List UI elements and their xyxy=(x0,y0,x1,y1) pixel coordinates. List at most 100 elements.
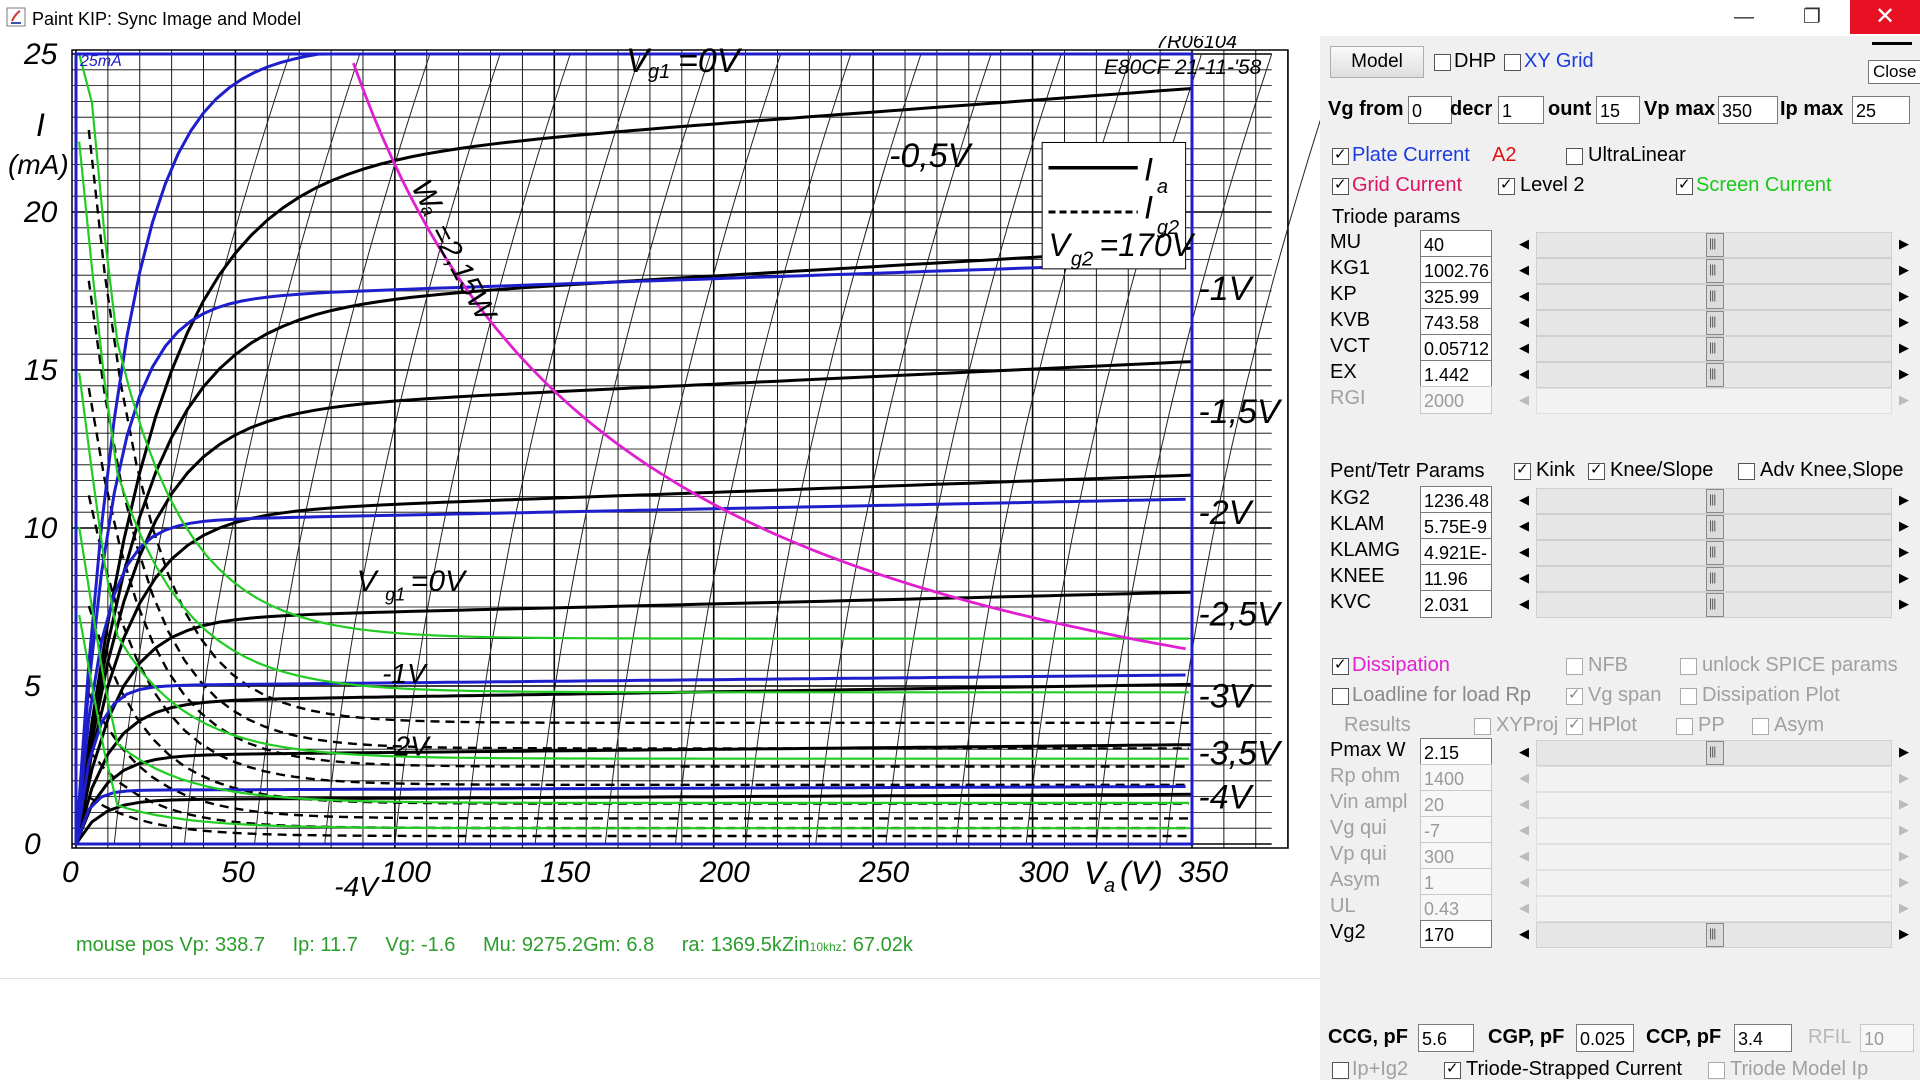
slider-right-arrow-icon[interactable]: ▶ xyxy=(1894,739,1914,765)
level2-checkbox[interactable] xyxy=(1498,175,1515,195)
param-slider-triode-1[interactable]: ◀▶ xyxy=(1514,257,1914,284)
nfb-checkbox[interactable] xyxy=(1566,658,1583,675)
slider-thumb[interactable] xyxy=(1706,593,1724,617)
slider-thumb[interactable] xyxy=(1706,311,1724,335)
hplot-checkbox[interactable] xyxy=(1566,715,1583,735)
triode-model-checkbox[interactable] xyxy=(1708,1062,1725,1079)
window-close-button[interactable]: ✕ xyxy=(1850,0,1920,34)
xy-grid-checkbox[interactable] xyxy=(1504,54,1521,71)
param-slider-load-0[interactable]: ◀▶ xyxy=(1514,739,1914,766)
param-slider-triode-0[interactable]: ◀▶ xyxy=(1514,231,1914,258)
triode-strapped-checkbox[interactable] xyxy=(1444,1059,1461,1079)
slider-left-arrow-icon[interactable]: ◀ xyxy=(1514,257,1534,283)
slider-track[interactable] xyxy=(1536,766,1892,792)
slider-right-arrow-icon[interactable]: ▶ xyxy=(1894,817,1914,843)
slider-right-arrow-icon[interactable]: ▶ xyxy=(1894,843,1914,869)
screen-current-checkbox[interactable] xyxy=(1676,175,1693,195)
param-slider-triode-6[interactable]: ◀ ▶ xyxy=(1514,387,1914,414)
slider-left-arrow-icon[interactable]: ◀ xyxy=(1514,565,1534,591)
restore-button[interactable]: ❐ xyxy=(1784,0,1840,34)
dissipation-plot-checkbox[interactable] xyxy=(1680,688,1697,705)
slider-right-arrow-icon[interactable]: ▶ xyxy=(1894,895,1914,921)
ultralinear-checkbox[interactable] xyxy=(1566,148,1583,165)
slider-track[interactable] xyxy=(1536,870,1892,896)
slider-right-arrow-icon[interactable]: ▶ xyxy=(1894,921,1914,947)
loadline-checkbox[interactable] xyxy=(1332,688,1349,705)
plot-area[interactable]: 0 50 100 150 200 250 300 350 0 5 10 15 20 25 I (mA) Va (V… xyxy=(0,36,1320,1080)
param-field-load-2[interactable]: 20 xyxy=(1420,790,1492,818)
slider-right-arrow-icon[interactable]: ▶ xyxy=(1894,231,1914,257)
param-field-triode-6[interactable]: 2000 xyxy=(1420,386,1492,414)
knee-slope-checkbox[interactable] xyxy=(1588,460,1605,480)
param-slider-triode-3[interactable]: ◀▶ xyxy=(1514,309,1914,336)
xyproj-checkbox[interactable] xyxy=(1474,718,1491,735)
param-field-load-6[interactable]: 0.43 xyxy=(1420,894,1492,922)
slider-right-arrow-icon[interactable]: ▶ xyxy=(1894,309,1914,335)
cgp-field[interactable]: 0.025 xyxy=(1576,1024,1634,1052)
slider-track[interactable] xyxy=(1536,488,1892,514)
slider-left-arrow-icon[interactable]: ◀ xyxy=(1514,387,1534,413)
param-field-load-4[interactable]: 300 xyxy=(1420,842,1492,870)
param-field-triode-4[interactable]: 0.05712 xyxy=(1420,334,1492,362)
param-slider-load-6[interactable]: ◀ ▶ xyxy=(1514,895,1914,922)
pp-checkbox[interactable] xyxy=(1676,718,1693,735)
model-button[interactable]: Model xyxy=(1330,46,1424,78)
slider-thumb[interactable] xyxy=(1706,923,1724,947)
param-field-load-3[interactable]: -7 xyxy=(1420,816,1492,844)
param-field-triode-1[interactable]: 1002.76 xyxy=(1420,256,1492,284)
slider-thumb[interactable] xyxy=(1706,515,1724,539)
slider-right-arrow-icon[interactable]: ▶ xyxy=(1894,361,1914,387)
slider-right-arrow-icon[interactable]: ▶ xyxy=(1894,283,1914,309)
slider-left-arrow-icon[interactable]: ◀ xyxy=(1514,843,1534,869)
slider-thumb[interactable] xyxy=(1706,233,1724,257)
slider-track[interactable] xyxy=(1536,592,1892,618)
slider-left-arrow-icon[interactable]: ◀ xyxy=(1514,869,1534,895)
slider-track[interactable] xyxy=(1536,540,1892,566)
slider-left-arrow-icon[interactable]: ◀ xyxy=(1514,361,1534,387)
slider-right-arrow-icon[interactable]: ▶ xyxy=(1894,539,1914,565)
slider-track[interactable] xyxy=(1536,566,1892,592)
param-field-triode-3[interactable]: 743.58 xyxy=(1420,308,1492,336)
slider-thumb[interactable] xyxy=(1706,337,1724,361)
param-slider-triode-4[interactable]: ◀▶ xyxy=(1514,335,1914,362)
slider-right-arrow-icon[interactable]: ▶ xyxy=(1894,869,1914,895)
slider-track[interactable] xyxy=(1536,232,1892,258)
param-slider-triode-5[interactable]: ◀▶ xyxy=(1514,361,1914,388)
slider-left-arrow-icon[interactable]: ◀ xyxy=(1514,283,1534,309)
param-slider-load-4[interactable]: ◀ ▶ xyxy=(1514,843,1914,870)
slider-track[interactable] xyxy=(1536,818,1892,844)
plate-current-checkbox[interactable] xyxy=(1332,145,1349,165)
param-field-pent-2[interactable]: 4.921E-8 xyxy=(1420,538,1492,591)
slider-right-arrow-icon[interactable]: ▶ xyxy=(1894,335,1914,361)
slider-thumb[interactable] xyxy=(1706,567,1724,591)
param-slider-load-5[interactable]: ◀ ▶ xyxy=(1514,869,1914,896)
slider-right-arrow-icon[interactable]: ▶ xyxy=(1894,765,1914,791)
slider-track[interactable] xyxy=(1536,388,1892,414)
slider-right-arrow-icon[interactable]: ▶ xyxy=(1894,791,1914,817)
kink-checkbox[interactable] xyxy=(1514,460,1531,480)
slider-track[interactable] xyxy=(1536,740,1892,766)
vg-from-field[interactable]: 0 xyxy=(1408,96,1452,124)
ip-max-field[interactable]: 25 xyxy=(1852,96,1910,124)
param-field-triode-2[interactable]: 325.99 xyxy=(1420,282,1492,310)
slider-right-arrow-icon[interactable]: ▶ xyxy=(1894,591,1914,617)
param-slider-load-2[interactable]: ◀ ▶ xyxy=(1514,791,1914,818)
asym-checkbox[interactable] xyxy=(1752,718,1769,735)
slider-left-arrow-icon[interactable]: ◀ xyxy=(1514,591,1534,617)
dhp-checkbox[interactable] xyxy=(1434,54,1451,71)
rfil-field[interactable]: 10 xyxy=(1860,1024,1914,1052)
param-slider-load-3[interactable]: ◀ ▶ xyxy=(1514,817,1914,844)
param-slider-load-7[interactable]: ◀▶ xyxy=(1514,921,1914,948)
slider-track[interactable] xyxy=(1536,792,1892,818)
slider-track[interactable] xyxy=(1536,336,1892,362)
slider-thumb[interactable] xyxy=(1706,489,1724,513)
slider-right-arrow-icon[interactable]: ▶ xyxy=(1894,513,1914,539)
slider-left-arrow-icon[interactable]: ◀ xyxy=(1514,817,1534,843)
param-slider-pent-3[interactable]: ◀▶ xyxy=(1514,565,1914,592)
slider-thumb[interactable] xyxy=(1706,285,1724,309)
slider-track[interactable] xyxy=(1536,896,1892,922)
slider-track[interactable] xyxy=(1536,310,1892,336)
slider-right-arrow-icon[interactable]: ▶ xyxy=(1894,487,1914,513)
param-field-triode-0[interactable]: 40 xyxy=(1420,230,1492,258)
param-field-pent-3[interactable]: 11.96 xyxy=(1420,564,1492,592)
